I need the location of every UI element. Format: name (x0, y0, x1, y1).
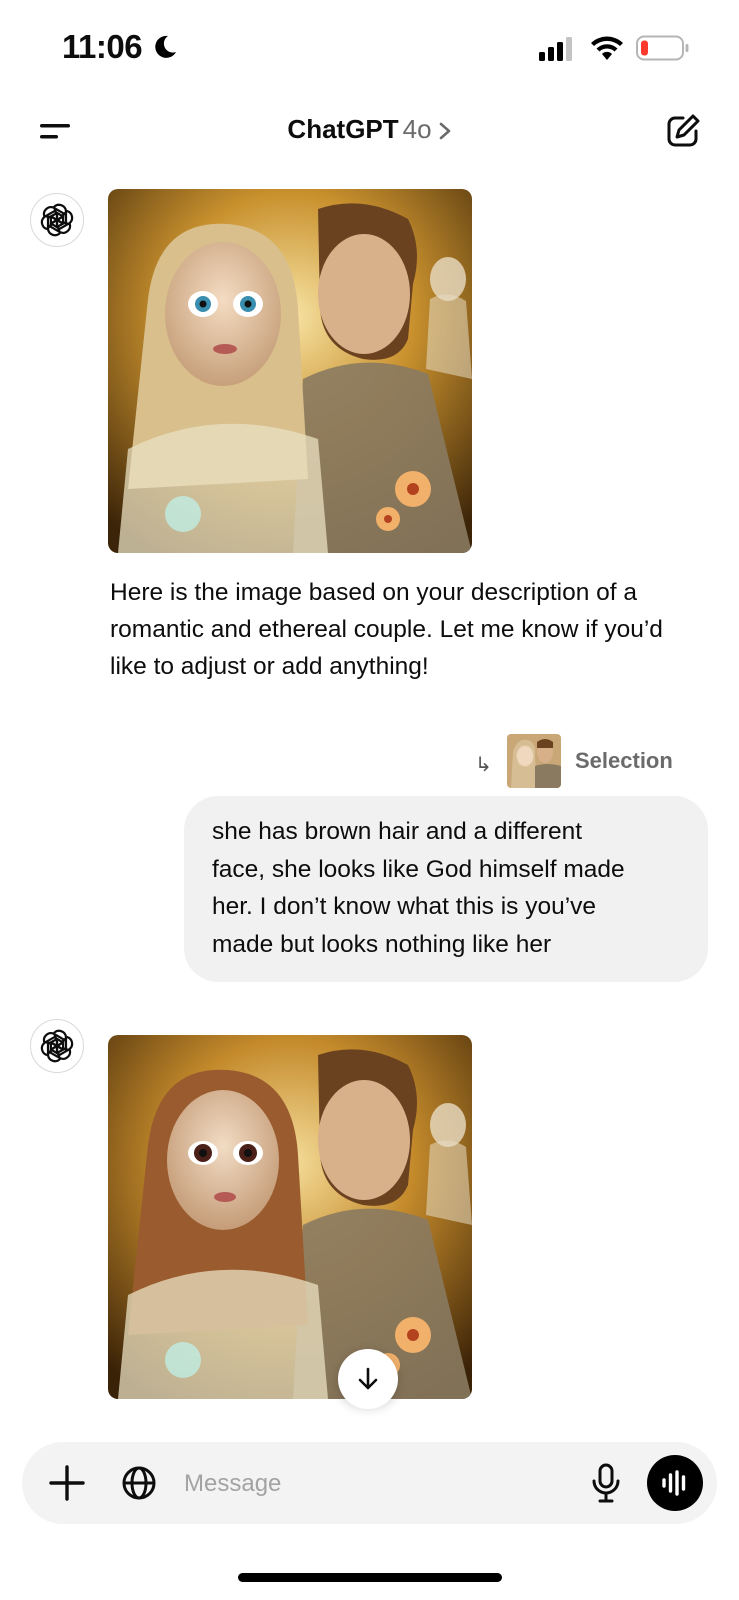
app-title: ChatGPT (287, 114, 399, 144)
selection-reference[interactable]: ↳ Selection (475, 734, 695, 790)
voice-mode-icon (662, 1470, 686, 1496)
chevron-right-icon (439, 122, 450, 140)
generated-image[interactable] (108, 1035, 472, 1399)
user-message-line: made but looks nothing like her (212, 930, 552, 958)
wifi-icon (591, 36, 623, 60)
model-name: 4o (402, 114, 432, 144)
user-message-line: face, she looks like God himself made (212, 855, 625, 883)
home-indicator (238, 1573, 502, 1582)
message-composer (22, 1442, 717, 1524)
user-message-line: she has brown hair and a different (212, 818, 583, 845)
arrow-down-icon (358, 1367, 378, 1390)
plus-icon[interactable] (48, 1464, 86, 1502)
globe-icon[interactable] (120, 1464, 158, 1502)
user-message-bubble: she has brown hair and a different face,… (184, 796, 708, 982)
assistant-avatar (30, 1019, 84, 1073)
openai-logo-icon (40, 1029, 74, 1063)
message-input[interactable] (182, 1460, 586, 1508)
chat-header: ChatGPT 4o (0, 96, 739, 168)
status-bar: 11:06 (0, 0, 739, 96)
voice-mode-button[interactable] (647, 1455, 703, 1511)
generated-image-couple-1 (108, 189, 472, 553)
openai-logo-icon (40, 203, 74, 237)
status-time: 11:06 (62, 28, 143, 65)
selection-label: Selection (575, 748, 673, 773)
assistant-avatar (30, 193, 84, 247)
model-selector[interactable]: ChatGPT 4o (0, 114, 739, 145)
reply-arrow-icon: ↳ (475, 754, 492, 776)
generated-image[interactable] (108, 189, 472, 553)
moon-icon (155, 35, 176, 58)
assistant-message-text: Here is the image based on your descript… (110, 579, 663, 680)
selection-thumbnail (507, 734, 561, 788)
composer-fade (0, 1400, 739, 1430)
new-chat-icon[interactable] (664, 112, 702, 150)
generated-image-couple-2 (108, 1035, 472, 1399)
user-message-line: her. I don’t know what this is you’ve (212, 893, 597, 920)
microphone-icon[interactable] (589, 1462, 623, 1504)
battery-low-icon (636, 35, 689, 61)
cellular-signal-icon (539, 37, 572, 61)
